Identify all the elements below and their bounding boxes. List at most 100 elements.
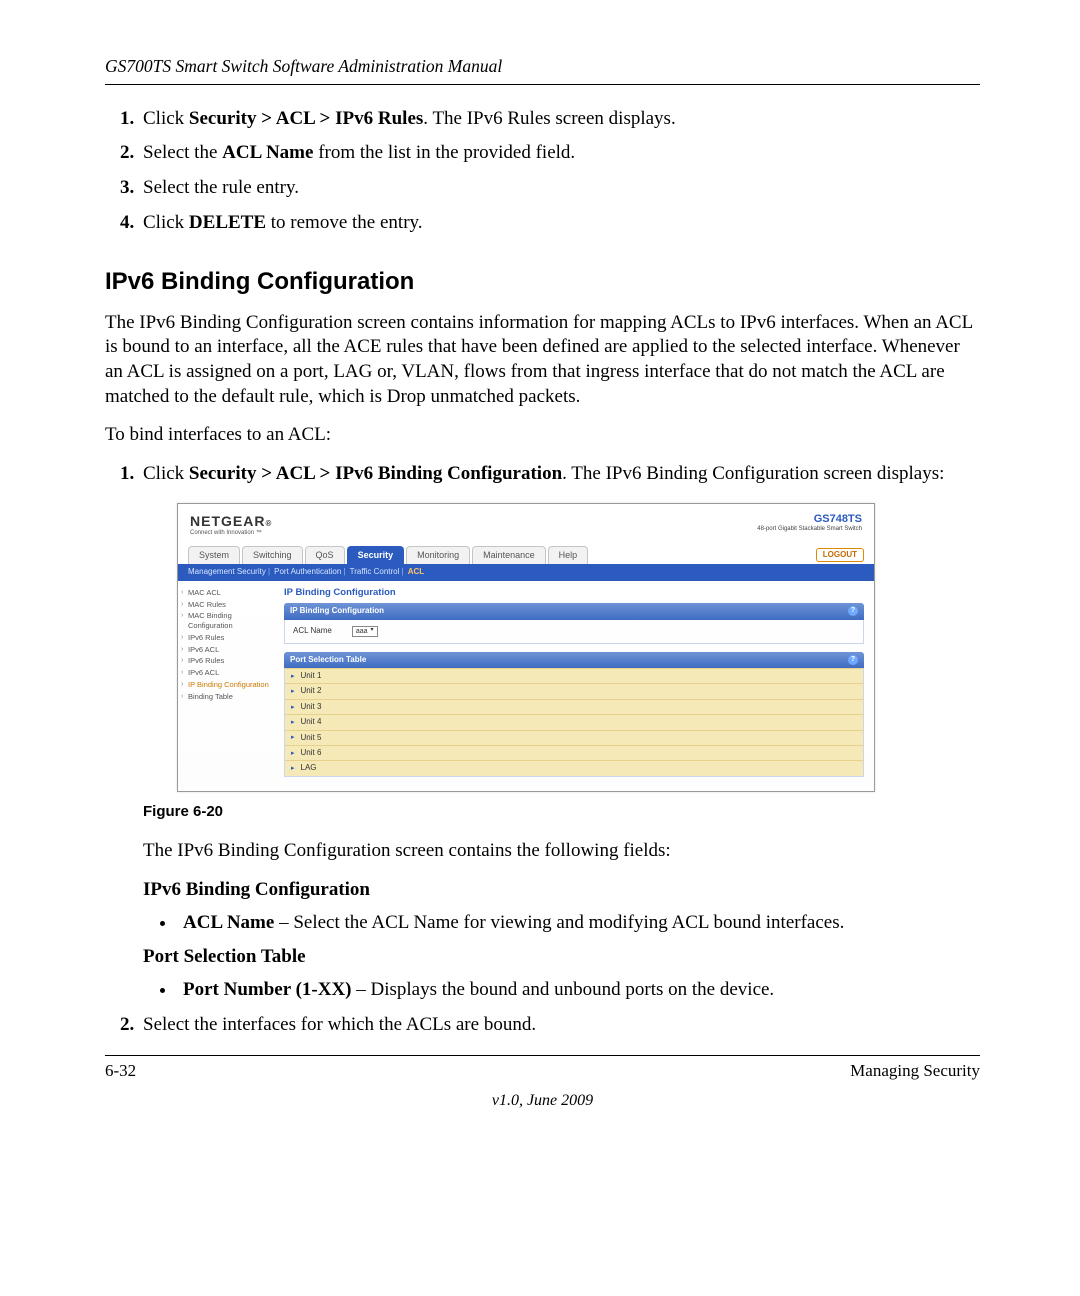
step-a1: Click Security > ACL > IPv6 Rules. The I… — [139, 107, 980, 132]
side-item[interactable]: Binding Table — [182, 691, 274, 703]
text: IP Binding Configuration — [290, 606, 384, 616]
ui-screenshot: NETGEAR® Connect with Innovation ™ GS748… — [177, 503, 875, 792]
text: Click — [143, 463, 189, 484]
steps-list-b: Click Security > ACL > IPv6 Binding Conf… — [105, 462, 980, 1037]
steps-list-a: Click Security > ACL > IPv6 Rules. The I… — [105, 107, 980, 236]
sub-nav: Management Security Port Authentication … — [178, 564, 874, 580]
port-row[interactable]: ▸ Unit 4 — [285, 714, 863, 729]
acl-name-select[interactable]: aaa — [352, 626, 378, 637]
sub-heading: IPv6 Binding Configuration — [143, 878, 980, 903]
text: LAG — [301, 763, 317, 773]
side-item[interactable]: MAC Rules — [182, 599, 274, 611]
footer: 6-32 Managing Security — [105, 1060, 980, 1082]
text: Port Selection Table — [290, 655, 366, 665]
expand-icon: ▸ — [291, 764, 295, 773]
text: from the list in the provided field. — [313, 142, 575, 163]
text: Unit 5 — [301, 733, 322, 743]
text: to remove the entry. — [266, 212, 423, 233]
text: – Select the ACL Name for viewing and mo… — [274, 912, 844, 933]
tab-switching[interactable]: Switching — [242, 546, 303, 565]
model-desc: 48-port Gigabit Stackable Smart Switch — [757, 526, 862, 534]
side-item[interactable]: IPv6 Rules — [182, 655, 274, 667]
text: – Displays the bound and unbound ports o… — [352, 979, 775, 1000]
subnav-item[interactable]: Traffic Control — [350, 567, 404, 577]
expand-icon: ▸ — [291, 672, 295, 681]
expand-icon: ▸ — [291, 687, 295, 696]
paragraph: To bind interfaces to an ACL: — [105, 423, 980, 448]
subnav-item[interactable]: Port Authentication — [274, 567, 345, 577]
port-row[interactable]: ▸ Unit 2 — [285, 683, 863, 698]
section-heading: IPv6 Binding Configuration — [105, 266, 980, 297]
help-icon[interactable]: ? — [848, 655, 858, 665]
text: Unit 1 — [301, 671, 322, 681]
bold-text: Security > ACL > IPv6 Rules — [189, 108, 423, 129]
side-item[interactable]: MAC Binding Configuration — [182, 610, 274, 632]
port-row[interactable]: ▸ Unit 5 — [285, 730, 863, 745]
step-a4: Click DELETE to remove the entry. — [139, 211, 980, 236]
bold-text: Port Number (1-XX) — [183, 979, 352, 1000]
expand-icon: ▸ — [291, 718, 295, 727]
text: . The IPv6 Rules screen displays. — [423, 108, 675, 129]
side-item[interactable]: IPv6 ACL — [182, 644, 274, 656]
bullet-list: Port Number (1-XX) – Displays the bound … — [143, 978, 980, 1003]
page-number: 6-32 — [105, 1060, 136, 1082]
expand-icon: ▸ — [291, 733, 295, 742]
port-row[interactable]: ▸ Unit 3 — [285, 699, 863, 714]
footer-section: Managing Security — [850, 1060, 980, 1082]
text: Unit 3 — [301, 702, 322, 712]
tab-system[interactable]: System — [188, 546, 240, 565]
expand-icon: ▸ — [291, 703, 295, 712]
text: Unit 6 — [301, 748, 322, 758]
port-selection-table: ▸Unit 1 ▸Unit 2 ▸Unit 3 ▸Unit 4 ▸Unit 5 … — [284, 668, 864, 777]
port-row[interactable]: ▸ LAG — [285, 760, 863, 775]
bullet-item: ACL Name – Select the ACL Name for viewi… — [177, 911, 980, 936]
tab-maintenance[interactable]: Maintenance — [472, 546, 546, 565]
port-table-header: Port Selection Table ? — [284, 652, 864, 668]
tab-monitoring[interactable]: Monitoring — [406, 546, 470, 565]
expand-icon: ▸ — [291, 749, 295, 758]
main-panel: IP Binding Configuration IP Binding Conf… — [278, 581, 874, 791]
bold-text: ACL Name — [222, 142, 313, 163]
text: Select the rule entry. — [143, 177, 299, 198]
tab-security[interactable]: Security — [347, 546, 405, 565]
text: NETGEAR — [190, 513, 265, 529]
bold-text: ACL Name — [183, 912, 274, 933]
model-name: GS748TS — [757, 512, 862, 526]
panel-body: ACL Name aaa — [284, 620, 864, 644]
side-item-selected[interactable]: IP Binding Configuration — [182, 679, 274, 691]
panel-title: IP Binding Configuration — [284, 587, 864, 599]
side-item[interactable]: IPv6 ACL — [182, 667, 274, 679]
text: Unit 4 — [301, 717, 322, 727]
bullet-list: ACL Name – Select the ACL Name for viewi… — [143, 911, 980, 936]
side-nav: MAC ACL MAC Rules MAC Binding Configurat… — [178, 581, 278, 791]
bold-text: Security > ACL > IPv6 Binding Configurat… — [189, 463, 562, 484]
figure-embedded-ui: NETGEAR® Connect with Innovation ™ GS748… — [177, 503, 980, 792]
top-tabs: System Switching QoS Security Monitoring… — [178, 540, 874, 565]
sub-heading: Port Selection Table — [143, 945, 980, 970]
subnav-item[interactable]: Management Security — [188, 567, 270, 577]
bold-text: DELETE — [189, 212, 266, 233]
brand-logo: NETGEAR® — [190, 512, 272, 530]
text: . The IPv6 Binding Configuration screen … — [562, 463, 944, 484]
brand-tagline: Connect with Innovation ™ — [190, 530, 272, 538]
paragraph: The IPv6 Binding Configuration screen co… — [105, 311, 980, 410]
tab-qos[interactable]: QoS — [305, 546, 345, 565]
step-a2: Select the ACL Name from the list in the… — [139, 141, 980, 166]
step-a3: Select the rule entry. — [139, 176, 980, 201]
bullet-item: Port Number (1-XX) – Displays the bound … — [177, 978, 980, 1003]
subnav-item-active[interactable]: ACL — [408, 567, 424, 577]
step-b2: Select the interfaces for which the ACLs… — [139, 1013, 980, 1038]
footer-rule — [105, 1055, 980, 1056]
logout-button[interactable]: LOGOUT — [816, 548, 864, 562]
text: Unit 2 — [301, 686, 322, 696]
text: Select the — [143, 142, 222, 163]
acl-name-label: ACL Name — [293, 626, 332, 636]
help-icon[interactable]: ? — [848, 606, 858, 616]
paragraph: The IPv6 Binding Configuration screen co… — [143, 839, 980, 864]
version-line: v1.0, June 2009 — [105, 1091, 980, 1112]
port-row[interactable]: ▸ Unit 1 — [285, 668, 863, 683]
tab-help[interactable]: Help — [548, 546, 589, 565]
port-row[interactable]: ▸ Unit 6 — [285, 745, 863, 760]
side-item[interactable]: IPv6 Rules — [182, 632, 274, 644]
side-item[interactable]: MAC ACL — [182, 587, 274, 599]
